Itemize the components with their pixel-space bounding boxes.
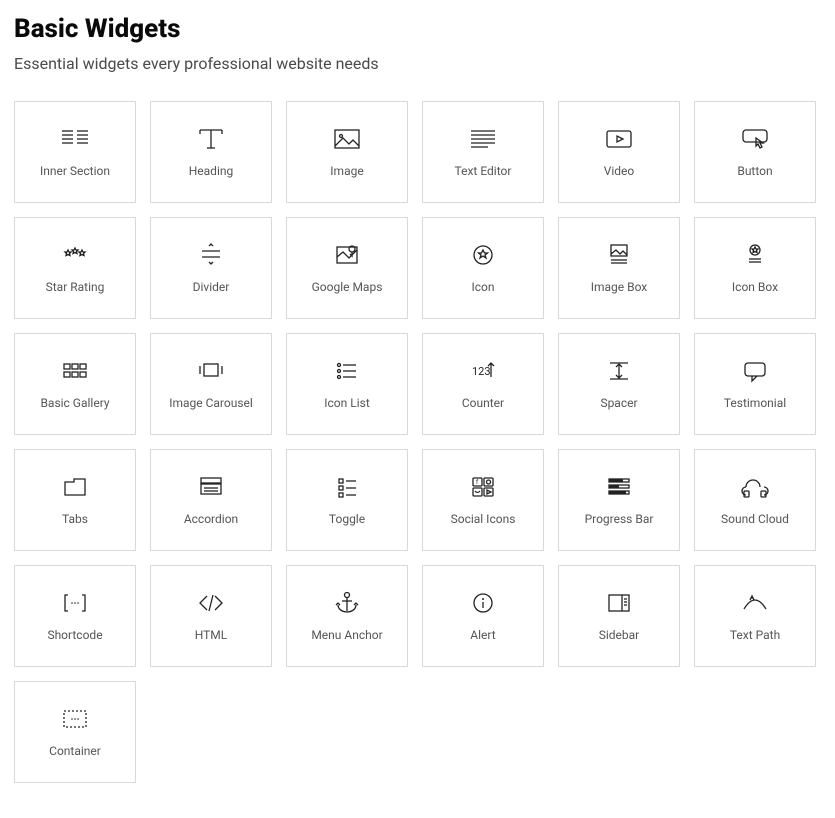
widget-label: Spacer xyxy=(600,397,637,409)
widget-label: Counter xyxy=(462,397,504,409)
widget-text-path[interactable]: Text Path xyxy=(694,565,816,667)
image-carousel-icon xyxy=(196,359,226,383)
widget-testimonial[interactable]: Testimonial xyxy=(694,333,816,435)
widget-label: Social Icons xyxy=(451,513,516,525)
button-icon xyxy=(740,127,770,151)
widget-image-box[interactable]: Image Box xyxy=(558,217,680,319)
widget-label: Sidebar xyxy=(599,629,640,641)
widget-google-maps[interactable]: Google Maps xyxy=(286,217,408,319)
widget-label: Accordion xyxy=(184,513,238,525)
widget-label: Image xyxy=(330,165,363,177)
tabs-icon xyxy=(60,475,90,499)
widget-star-rating[interactable]: Star Rating xyxy=(14,217,136,319)
widget-label: Basic Gallery xyxy=(40,397,109,409)
widget-label: Toggle xyxy=(329,513,365,525)
spacer-icon xyxy=(604,359,634,383)
widget-label: Inner Section xyxy=(40,165,110,177)
widget-text-editor[interactable]: Text Editor xyxy=(422,101,544,203)
image-icon xyxy=(332,127,362,151)
widget-label: Testimonial xyxy=(724,397,786,409)
widget-label: Button xyxy=(737,165,772,177)
text-path-icon xyxy=(740,591,770,615)
widget-sidebar[interactable]: Sidebar xyxy=(558,565,680,667)
widget-video[interactable]: Video xyxy=(558,101,680,203)
widget-label: Alert xyxy=(470,629,495,641)
widget-label: Icon xyxy=(471,281,494,293)
widget-social-icons[interactable]: Social Icons xyxy=(422,449,544,551)
progress-bar-icon xyxy=(604,475,634,499)
widget-spacer[interactable]: Spacer xyxy=(558,333,680,435)
html-icon xyxy=(196,591,226,615)
widget-label: Sound Cloud xyxy=(721,513,789,525)
widget-label: HTML xyxy=(195,629,228,641)
widget-button[interactable]: Button xyxy=(694,101,816,203)
widget-image[interactable]: Image xyxy=(286,101,408,203)
widget-label: Progress Bar xyxy=(585,513,654,525)
widget-toggle[interactable]: Toggle xyxy=(286,449,408,551)
widget-label: Menu Anchor xyxy=(311,629,382,641)
widget-image-carousel[interactable]: Image Carousel xyxy=(150,333,272,435)
widget-label: Text Editor xyxy=(455,165,512,177)
widget-label: Divider xyxy=(193,281,230,293)
star-rating-icon xyxy=(60,243,90,267)
widget-label: Star Rating xyxy=(46,281,105,293)
widget-label: Icon List xyxy=(324,397,370,409)
widget-label: Image Box xyxy=(591,281,648,293)
widget-label: Image Carousel xyxy=(169,397,253,409)
divider-icon xyxy=(196,243,226,267)
widget-icon[interactable]: Icon xyxy=(422,217,544,319)
image-box-icon xyxy=(604,243,634,267)
sound-cloud-icon xyxy=(740,475,770,499)
alert-icon xyxy=(468,591,498,615)
page-subtitle: Essential widgets every professional web… xyxy=(14,54,821,73)
widget-shortcode[interactable]: Shortcode xyxy=(14,565,136,667)
page-title: Basic Widgets xyxy=(14,14,821,44)
sidebar-icon xyxy=(604,591,634,615)
basic-gallery-icon xyxy=(60,359,90,383)
shortcode-icon xyxy=(60,591,90,615)
menu-anchor-icon xyxy=(332,591,362,615)
google-maps-icon xyxy=(332,243,362,267)
widget-accordion[interactable]: Accordion xyxy=(150,449,272,551)
widget-label: Google Maps xyxy=(312,281,383,293)
widget-counter[interactable]: Counter xyxy=(422,333,544,435)
widget-inner-section[interactable]: Inner Section xyxy=(14,101,136,203)
accordion-icon xyxy=(196,475,226,499)
widget-menu-anchor[interactable]: Menu Anchor xyxy=(286,565,408,667)
heading-icon xyxy=(196,127,226,151)
social-icons-icon xyxy=(468,475,498,499)
widget-basic-gallery[interactable]: Basic Gallery xyxy=(14,333,136,435)
widget-progress-bar[interactable]: Progress Bar xyxy=(558,449,680,551)
icon-box-icon xyxy=(740,243,770,267)
widget-html[interactable]: HTML xyxy=(150,565,272,667)
widget-label: Text Path xyxy=(730,629,780,641)
inner-section-icon xyxy=(60,127,90,151)
widget-icon-box[interactable]: Icon Box xyxy=(694,217,816,319)
widget-label: Container xyxy=(49,745,101,757)
widget-icon-list[interactable]: Icon List xyxy=(286,333,408,435)
container-icon xyxy=(60,707,90,731)
testimonial-icon xyxy=(740,359,770,383)
widget-tabs[interactable]: Tabs xyxy=(14,449,136,551)
widget-alert[interactable]: Alert xyxy=(422,565,544,667)
widget-label: Heading xyxy=(189,165,234,177)
icon-list-icon xyxy=(332,359,362,383)
icon-icon xyxy=(468,243,498,267)
text-editor-icon xyxy=(468,127,498,151)
widget-sound-cloud[interactable]: Sound Cloud xyxy=(694,449,816,551)
widget-label: Shortcode xyxy=(47,629,102,641)
counter-icon xyxy=(468,359,498,383)
widget-label: Icon Box xyxy=(732,281,778,293)
widget-grid: Inner Section Heading Image Text Editor Vide… xyxy=(14,101,821,783)
widget-divider[interactable]: Divider xyxy=(150,217,272,319)
toggle-icon xyxy=(332,475,362,499)
widget-heading[interactable]: Heading xyxy=(150,101,272,203)
video-icon xyxy=(604,127,634,151)
widget-label: Video xyxy=(604,165,635,177)
widget-container[interactable]: Container xyxy=(14,681,136,783)
widget-label: Tabs xyxy=(62,513,88,525)
